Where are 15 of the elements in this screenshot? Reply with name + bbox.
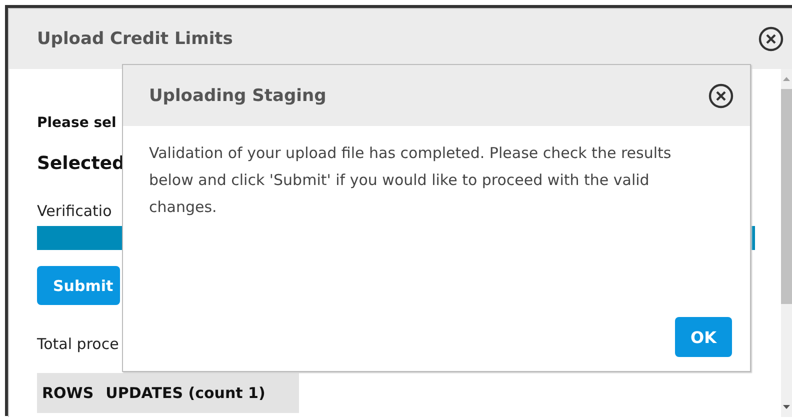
scroll-down-icon[interactable] — [781, 403, 792, 411]
dialog-title: Upload Credit Limits — [37, 29, 233, 49]
submit-button[interactable]: Submit — [37, 266, 120, 305]
section-heading: Selected — [37, 153, 125, 174]
modal-title: Uploading Staging — [149, 86, 326, 106]
prompt-text: Please sel — [37, 115, 116, 133]
close-icon[interactable] — [758, 26, 784, 52]
scrollbar[interactable] — [781, 69, 792, 417]
close-icon[interactable] — [708, 82, 734, 108]
column-header: ROWS — [42, 384, 94, 402]
total-label: Total proce — [37, 335, 119, 353]
modal-message: Validation of your upload file has completed. Please check the results below and click 'Submit' if you would like to proceed with the valid changes. — [149, 143, 672, 218]
ok-button[interactable]: OK — [675, 317, 732, 357]
progress-label: Verificatio — [37, 202, 112, 220]
column-header: UPDATES (count 1) — [106, 384, 266, 402]
